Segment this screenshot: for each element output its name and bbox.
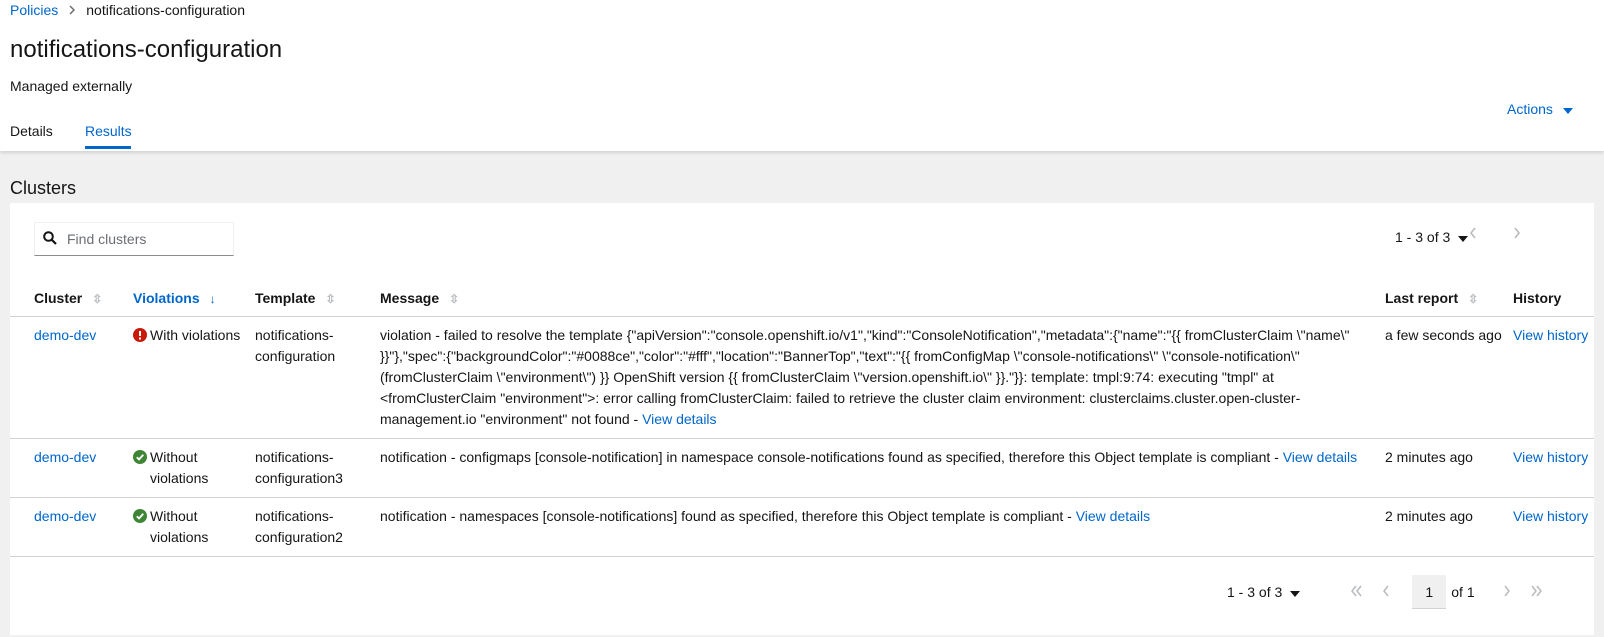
view-history-link[interactable]: View history: [1513, 508, 1588, 524]
search-icon: [43, 230, 57, 248]
column-violations[interactable]: Violations ↓: [133, 278, 255, 317]
column-template[interactable]: Template ⇳: [255, 278, 380, 317]
message-text: violation - failed to resolve the templa…: [380, 327, 1350, 427]
pagination-range: 1 - 3 of 3: [1395, 229, 1451, 245]
template-name: notifications-configuration2: [255, 497, 380, 557]
template-name: notifications-configuration3: [255, 438, 380, 498]
previous-page-icon[interactable]: [1382, 584, 1390, 600]
caret-down-icon[interactable]: [1290, 584, 1301, 600]
actions-label: Actions: [1507, 101, 1553, 117]
chevron-right-icon: [68, 5, 76, 15]
cluster-link[interactable]: demo-dev: [34, 449, 96, 465]
column-cluster[interactable]: Cluster ⇳: [10, 278, 133, 317]
sort-icon: ⇳: [325, 292, 336, 306]
last-report: a few seconds ago: [1385, 316, 1513, 439]
section-title: Clusters: [10, 178, 77, 198]
caret-down-icon: [1458, 229, 1469, 245]
clusters-card: Find clusters 1 - 3 of 3 Cluster ⇳ Violat…: [10, 203, 1594, 635]
check-circle-icon: [133, 509, 147, 523]
view-history-link[interactable]: View history: [1513, 449, 1588, 465]
sort-icon: ⇳: [449, 292, 460, 306]
pagination-range-bottom[interactable]: 1 - 3 of 3: [1227, 584, 1282, 600]
breadcrumb-policies-link[interactable]: Policies: [10, 2, 58, 18]
next-page-icon[interactable]: [1513, 226, 1521, 242]
breadcrumb: Policies notifications-configuration: [10, 2, 245, 18]
table-row: demo-dev Without violations notification…: [10, 497, 1594, 557]
cluster-link[interactable]: demo-dev: [34, 327, 96, 343]
page-title: notifications-configuration: [10, 36, 283, 63]
view-details-link[interactable]: View details: [1076, 508, 1150, 524]
tab-details[interactable]: Details: [10, 123, 53, 149]
caret-down-icon: [1562, 101, 1573, 117]
clusters-table: Cluster ⇳ Violations ↓ Template ⇳ Message ⇳ …: [10, 278, 1594, 557]
first-page-icon[interactable]: [1350, 584, 1362, 600]
status-badge: Without violations: [133, 447, 245, 489]
search-input[interactable]: Find clusters: [34, 222, 234, 256]
breadcrumb-current: notifications-configuration: [86, 2, 246, 18]
column-history: History: [1513, 290, 1562, 306]
sort-icon: ⇳: [92, 292, 103, 306]
exclamation-circle-icon: [133, 328, 147, 342]
pagination-toggle-top[interactable]: 1 - 3 of 3: [1395, 229, 1469, 245]
cluster-link[interactable]: demo-dev: [34, 508, 96, 524]
status-label: With violations: [150, 327, 241, 343]
table-row: demo-dev With violations notifications-c…: [10, 316, 1594, 439]
table-row: demo-dev Without violations notification…: [10, 438, 1594, 498]
status-label: Without violations: [150, 449, 209, 486]
active-tab-indicator: [85, 146, 131, 149]
page-header: Policies notifications-configuration not…: [0, 0, 1604, 151]
status-badge: With violations: [133, 325, 245, 346]
last-report: 2 minutes ago: [1385, 438, 1513, 498]
view-details-link[interactable]: View details: [1283, 449, 1357, 465]
last-report: 2 minutes ago: [1385, 497, 1513, 557]
status-label: Without violations: [150, 508, 209, 545]
template-name: notifications-configuration: [255, 316, 380, 439]
page-number-input[interactable]: 1: [1412, 575, 1447, 609]
view-history-link[interactable]: View history: [1513, 327, 1588, 343]
next-page-icon[interactable]: [1503, 584, 1511, 600]
managed-status: Managed externally: [10, 78, 133, 94]
previous-page-icon[interactable]: [1469, 226, 1477, 242]
last-page-icon[interactable]: [1531, 584, 1543, 600]
sort-icon: ⇳: [1468, 292, 1479, 306]
column-last-report[interactable]: Last report ⇳: [1385, 278, 1513, 317]
search-placeholder: Find clusters: [67, 231, 147, 247]
actions-dropdown[interactable]: Actions: [1507, 101, 1573, 117]
table-header-row: Cluster ⇳ Violations ↓ Template ⇳ Message ⇳ …: [10, 278, 1594, 317]
pagination-bottom: 1 - 3 of 3 1 of 1: [1227, 575, 1543, 609]
check-circle-icon: [133, 450, 147, 464]
view-details-link[interactable]: View details: [642, 411, 716, 427]
message-text: notification - namespaces [console-notif…: [380, 508, 1076, 524]
message-text: notification - configmaps [console-notif…: [380, 449, 1283, 465]
sort-down-icon: ↓: [209, 292, 216, 306]
column-message[interactable]: Message ⇳: [380, 278, 1385, 317]
status-badge: Without violations: [133, 506, 245, 548]
page-total: of 1: [1451, 584, 1475, 600]
